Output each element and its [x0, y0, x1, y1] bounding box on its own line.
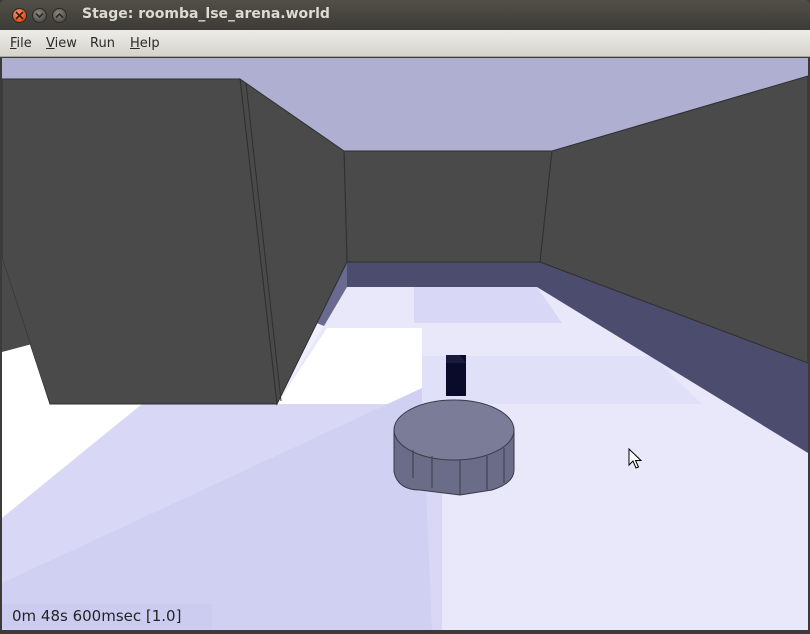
wall-shadow-back: [347, 262, 540, 287]
floor-shade-3: [414, 287, 562, 323]
menu-help-mnemonic: H: [130, 36, 140, 51]
minimize-icon: [35, 13, 44, 19]
title-bar[interactable]: Stage: roomba_lse_arena.world: [0, 0, 810, 30]
close-icon: [15, 11, 24, 20]
sim-clock: 0m 48s 600msec [1.0]: [12, 607, 182, 625]
close-button[interactable]: [12, 8, 27, 23]
menu-view-label: iew: [54, 36, 77, 51]
status-bar: 0m 48s 600msec [1.0]: [2, 604, 212, 629]
menu-run-label: Run: [90, 36, 115, 51]
menu-run[interactable]: Run: [90, 36, 115, 51]
menu-view[interactable]: View: [46, 36, 77, 51]
window-frame-bottom: [0, 630, 810, 634]
menu-view-mnemonic: V: [46, 36, 55, 51]
stage-window: Stage: roomba_lse_arena.world File View …: [0, 0, 810, 634]
minimize-button[interactable]: [32, 8, 47, 23]
mouse-cursor-icon: [628, 447, 643, 474]
menu-file-label: ile: [16, 36, 32, 51]
menu-help[interactable]: Help: [130, 36, 160, 51]
world-3d-view[interactable]: 0m 48s 600msec [1.0]: [2, 58, 808, 630]
arena-scene: [2, 58, 808, 630]
maximize-button[interactable]: [52, 8, 67, 23]
window-frame-left: [0, 58, 2, 630]
menu-help-label: elp: [139, 36, 160, 51]
maximize-icon: [55, 12, 64, 18]
menu-file[interactable]: File: [10, 36, 32, 51]
roomba-robot: [393, 399, 515, 496]
window-title: Stage: roomba_lse_arena.world: [82, 6, 330, 22]
back-wall: [343, 150, 553, 263]
left-front-block: [2, 78, 278, 405]
menu-bar: File View Run Help: [0, 30, 810, 57]
